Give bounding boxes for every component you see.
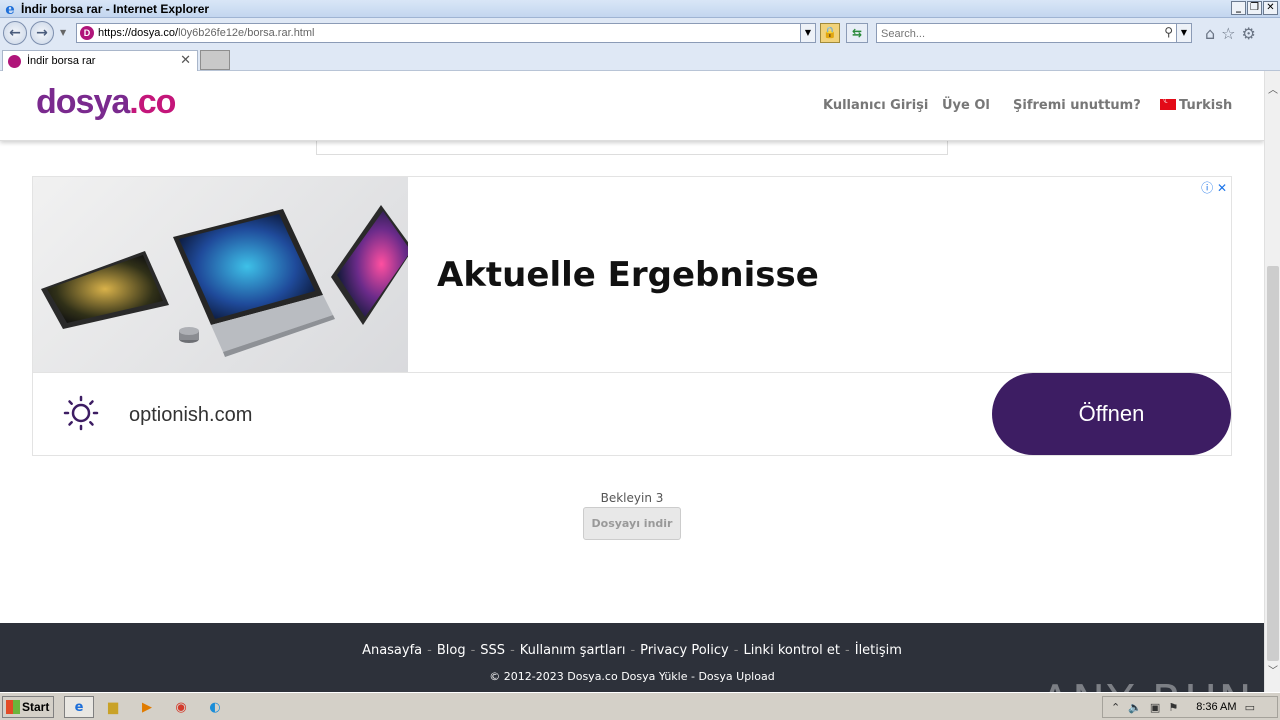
url-path: l0y6b26fe12e/borsa.rar.html (178, 27, 315, 39)
site-favicon-icon: D (80, 26, 94, 40)
footer-link-blog[interactable]: Blog (437, 643, 466, 658)
taskbar-edge-icon[interactable]: ◐ (200, 696, 230, 718)
footer-link-privacy[interactable]: Privacy Policy (640, 643, 729, 658)
page-scrollbar[interactable]: ︿ ﹀ (1264, 71, 1280, 692)
forward-button[interactable]: → (30, 21, 54, 45)
ad-info-close-icon[interactable]: ⓘ ✕ (1201, 179, 1227, 196)
tab-bar: İndir borsa rar ✕ (0, 48, 1280, 71)
menu-signup[interactable]: Üye Ol (942, 98, 990, 113)
logo-suffix: .co (129, 83, 176, 121)
system-tray: ⌃ 🔈 ▣ ⚑ 8:36 AM ▭ (1102, 696, 1278, 718)
taskbar-file-explorer-icon[interactable]: ▆ (98, 696, 128, 718)
restore-button[interactable]: ❐ (1247, 1, 1262, 15)
tab-close-icon[interactable]: ✕ (180, 53, 191, 68)
padlock-icon[interactable]: 🔒 (820, 23, 840, 43)
scroll-up-icon[interactable]: ︿ (1265, 83, 1280, 99)
taskbar-chrome-icon[interactable]: ◉ (166, 696, 196, 718)
back-button[interactable]: ← (3, 21, 27, 45)
windows-taskbar: Start e ▆ ▶ ◉ ◐ ⌃ 🔈 ▣ ⚑ 8:36 AM ▭ (0, 692, 1280, 720)
search-icon[interactable]: ⚲ (1164, 25, 1173, 39)
windows-logo-icon (6, 700, 20, 714)
window-title: İndir borsa rar - Internet Explorer (21, 1, 210, 16)
footer-separator: - (510, 643, 515, 658)
gear-icon[interactable]: ⚙ (1242, 24, 1256, 43)
back-arrow-icon: ← (9, 25, 21, 41)
window-controls: _ ❐ ✕ (1231, 1, 1278, 15)
scroll-down-icon[interactable]: ﹀ (1265, 664, 1280, 680)
window-titlebar: e İndir borsa rar - Internet Explorer _ … (0, 0, 1280, 18)
history-dropdown-icon[interactable]: ▼ (60, 28, 66, 37)
advertisement[interactable]: ⓘ ✕ Aktuelle Ergebnisse optionish.com Öf… (32, 176, 1232, 456)
refresh-button[interactable]: ⇆ (846, 23, 868, 43)
start-label: Start (22, 700, 50, 714)
volume-icon[interactable]: 🔈 (1128, 701, 1142, 714)
footer-separator: - (470, 643, 476, 658)
forward-arrow-icon: → (36, 25, 48, 41)
ad-laptop-image[interactable] (33, 177, 408, 372)
footer-separator: - (427, 643, 432, 658)
address-bar[interactable]: D https://dosya.co/l0y6b26fe12e/borsa.ra… (76, 23, 816, 43)
menu-forgot-password[interactable]: Şifremi unuttum? (1013, 98, 1141, 113)
taskbar-media-player-icon[interactable]: ▶ (132, 696, 162, 718)
clock[interactable]: 8:36 AM (1196, 701, 1236, 713)
navigation-bar: ← → ▼ D https://dosya.co/l0y6b26fe12e/bo… (0, 18, 1280, 48)
show-desktop-icon[interactable]: ▭ (1245, 701, 1255, 714)
site-logo[interactable]: dosya.co (36, 83, 176, 122)
new-tab-button[interactable] (200, 50, 230, 70)
turkey-flag-icon (1160, 96, 1176, 110)
refresh-icon: ⇆ (851, 26, 863, 40)
footer-separator: - (630, 643, 636, 658)
footer-link-terms[interactable]: Kullanım şartları (520, 643, 626, 658)
laptop-illustration (41, 205, 408, 357)
favorites-star-icon[interactable]: ☆ (1221, 24, 1235, 43)
page-viewport: dosya.co Kullanıcı Girişi Üye Ol Şifremi… (0, 71, 1264, 692)
home-icon[interactable]: ⌂ (1205, 24, 1215, 43)
taskbar-internet-explorer-icon[interactable]: e (64, 696, 94, 718)
tray-expand-icon[interactable]: ⌃ (1111, 701, 1120, 714)
url-host: https://dosya.co/ (98, 27, 179, 39)
sun-icon (63, 395, 99, 431)
search-dropdown-icon[interactable]: ▼ (1176, 24, 1191, 42)
minimize-button[interactable]: _ (1231, 1, 1246, 15)
scrollbar-thumb[interactable] (1267, 266, 1279, 661)
menu-login[interactable]: Kullanıcı Girişi (823, 98, 928, 113)
ad-domain[interactable]: optionish.com (129, 404, 252, 427)
footer-link-home[interactable]: Anasayfa (362, 643, 422, 658)
footer-separator: - (845, 643, 850, 658)
language-label: Turkish (1179, 98, 1233, 113)
search-input[interactable] (877, 25, 1147, 43)
language-selector[interactable]: Turkish (1160, 96, 1233, 113)
footer-link-check-link[interactable]: Linki kontrol et (743, 643, 840, 658)
start-button[interactable]: Start (2, 696, 54, 718)
address-url[interactable]: https://dosya.co/l0y6b26fe12e/borsa.rar.… (98, 27, 314, 39)
close-window-button[interactable]: ✕ (1263, 1, 1278, 15)
site-header: dosya.co Kullanıcı Girişi Üye Ol Şifremi… (0, 71, 1264, 141)
ad-open-button[interactable]: Öffnen (992, 373, 1231, 455)
action-center-flag-icon[interactable]: ⚑ (1168, 701, 1178, 714)
tab-active[interactable]: İndir borsa rar ✕ (2, 50, 198, 71)
footer-separator: - (733, 643, 739, 658)
anyrun-watermark: ANY RUN (1040, 676, 1254, 692)
footer-link-faq[interactable]: SSS (480, 643, 505, 658)
tab-label: İndir borsa rar (27, 55, 96, 67)
internet-explorer-icon: e (5, 0, 15, 18)
ad-headline[interactable]: Aktuelle Ergebnisse (437, 255, 819, 295)
logo-main: dosya (36, 83, 130, 121)
footer-link-contact[interactable]: İletişim (855, 643, 902, 658)
address-dropdown-icon[interactable]: ▼ (800, 24, 815, 42)
wait-countdown: Bekleyin 3 (600, 491, 664, 505)
footer-links: Anasayfa - Blog - SSS - Kullanım şartları - Priv… (0, 643, 1264, 658)
search-box[interactable]: ⚲ ▼ (876, 23, 1192, 43)
download-file-button[interactable]: Dosyayı indir (583, 507, 681, 540)
network-icon[interactable]: ▣ (1150, 701, 1160, 714)
toolbar-icons: ⌂ ☆ ⚙ (1205, 24, 1256, 43)
tab-favicon-icon (8, 54, 21, 68)
